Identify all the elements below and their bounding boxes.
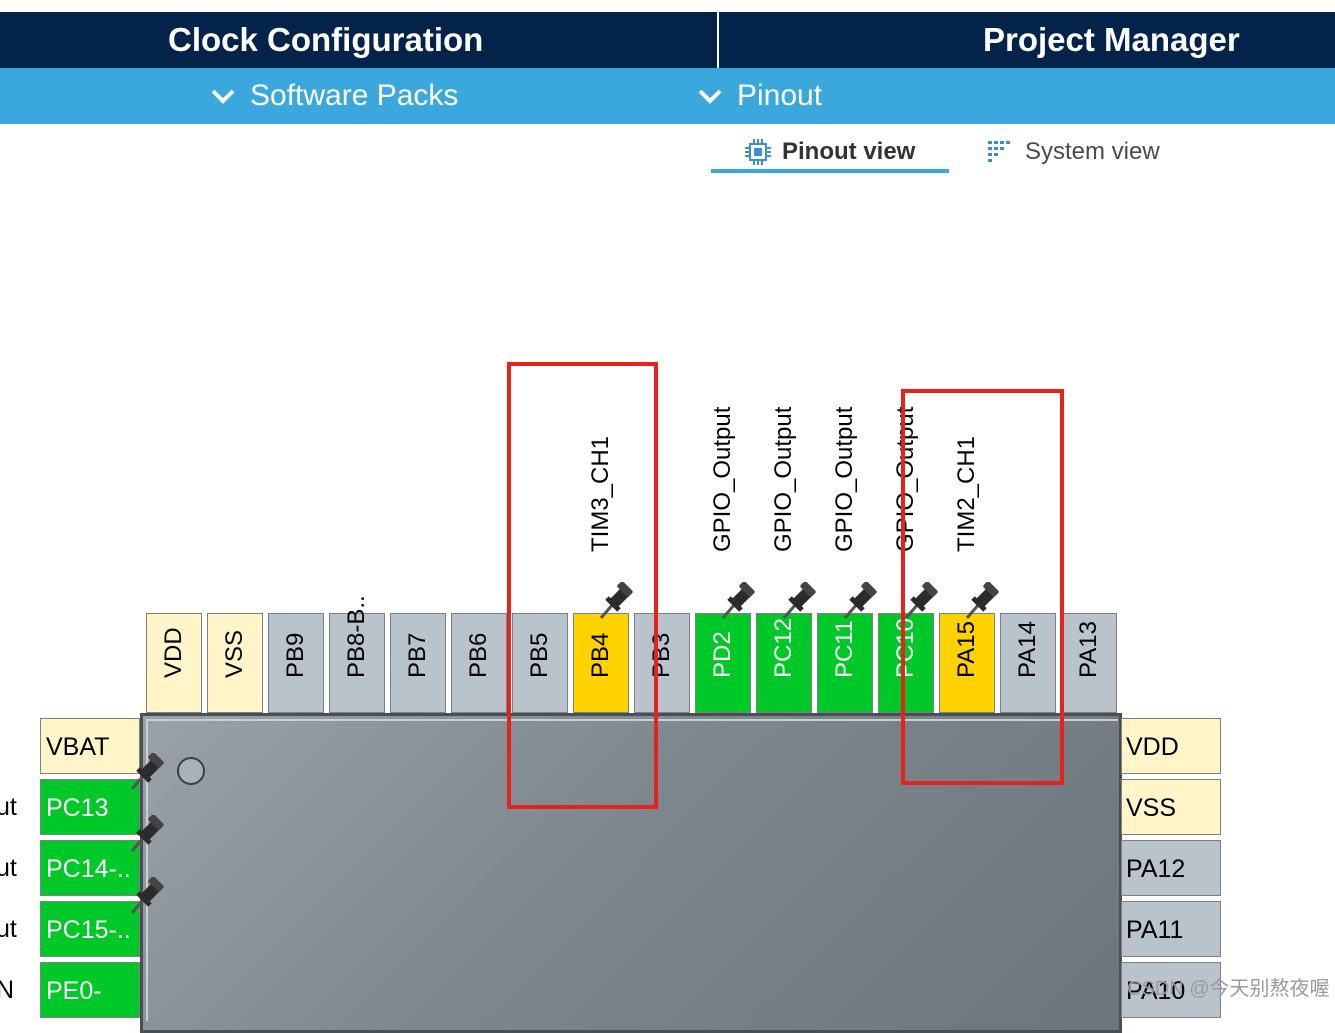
pin-name-label: PC11 bbox=[831, 619, 858, 678]
chip-icon bbox=[745, 139, 771, 165]
top-nav-divider bbox=[717, 12, 719, 68]
pin-signal-label: GPIO_Output bbox=[709, 406, 736, 552]
pushpin-icon bbox=[126, 814, 166, 855]
pin-pd2[interactable]: PD2 bbox=[695, 613, 751, 713]
pin-left-0[interactable]: VBAT bbox=[40, 718, 140, 774]
pin-vss[interactable]: VSS bbox=[207, 613, 263, 713]
pin-signal-label-left: ut bbox=[0, 793, 17, 821]
pin-name-label: PC12 bbox=[770, 617, 797, 678]
pin-name-label: VDD bbox=[160, 627, 187, 678]
pin-name-label: PB7 bbox=[404, 632, 431, 678]
pin-name-label: PD2 bbox=[709, 631, 736, 678]
software-packs-label: Software Packs bbox=[250, 79, 459, 112]
pin-right-pa11[interactable]: PA11 bbox=[1121, 901, 1221, 957]
pushpin-icon bbox=[126, 876, 166, 917]
pin-signal-label-left: ut bbox=[0, 854, 17, 882]
pin-left-4[interactable]: PE0- bbox=[40, 962, 140, 1018]
pin-signal-label-left: ut bbox=[0, 915, 17, 943]
tab-project-manager[interactable]: Project Manager bbox=[983, 12, 1240, 68]
software-packs-menu[interactable]: Software Packs bbox=[210, 68, 458, 124]
pin-name-label: PB9 bbox=[282, 632, 309, 678]
pin-right-pa12[interactable]: PA12 bbox=[1121, 840, 1221, 896]
pin-left-3[interactable]: PC15-.. bbox=[40, 901, 140, 957]
pinout-view-label: Pinout view bbox=[782, 138, 916, 165]
pin-name-label: PB8-B.. bbox=[343, 595, 370, 678]
pin-left-1[interactable]: PC13 bbox=[40, 779, 140, 835]
pin-right-vdd[interactable]: VDD bbox=[1121, 718, 1221, 774]
highlight-box-pb4 bbox=[507, 362, 658, 809]
pin-pb6[interactable]: PB6 bbox=[451, 613, 507, 713]
pin-name-label: PB6 bbox=[465, 632, 492, 678]
pin-pc12[interactable]: PC12 bbox=[756, 613, 812, 713]
tab-pinout-view[interactable]: Pinout view bbox=[744, 132, 915, 172]
active-tab-underline bbox=[711, 169, 949, 173]
chevron-down-icon bbox=[211, 89, 235, 104]
system-view-label: System view bbox=[1025, 138, 1160, 165]
pushpin-icon bbox=[717, 581, 757, 622]
pushpin-icon bbox=[778, 581, 818, 622]
sub-nav-bar bbox=[0, 68, 1335, 124]
pin-signal-label: GPIO_Output bbox=[770, 406, 797, 552]
pin-pb7[interactable]: PB7 bbox=[390, 613, 446, 713]
pin-signal-label-left: N bbox=[0, 976, 15, 1004]
pin-pa13[interactable]: PA13 bbox=[1061, 613, 1117, 713]
pin1-marker bbox=[177, 757, 205, 785]
pinout-menu[interactable]: Pinout bbox=[697, 68, 822, 124]
pin-pb9[interactable]: PB9 bbox=[268, 613, 324, 713]
pin-right-vss[interactable]: VSS bbox=[1121, 779, 1221, 835]
pin-name-label: PA13 bbox=[1075, 621, 1102, 678]
pin-signal-label: GPIO_Output bbox=[831, 406, 858, 552]
pin-pc11[interactable]: PC11 bbox=[817, 613, 873, 713]
pin-left-2[interactable]: PC14-.. bbox=[40, 840, 140, 896]
chevron-down-icon bbox=[698, 89, 722, 104]
pushpin-icon bbox=[839, 581, 879, 622]
watermark-text: CSDN @今天别熬夜喔 bbox=[1127, 978, 1330, 1000]
tab-clock-configuration[interactable]: Clock Configuration bbox=[168, 12, 483, 68]
pin-pb8-b[interactable]: PB8-B.. bbox=[329, 595, 385, 713]
system-grid-icon bbox=[988, 141, 1010, 162]
pin-vdd[interactable]: VDD bbox=[146, 613, 202, 713]
pin-name-label: VSS bbox=[221, 629, 248, 678]
pinout-label: Pinout bbox=[737, 79, 823, 112]
pushpin-icon bbox=[126, 752, 166, 793]
highlight-box-pa15 bbox=[901, 389, 1064, 785]
tab-system-view[interactable]: System view bbox=[987, 132, 1160, 172]
